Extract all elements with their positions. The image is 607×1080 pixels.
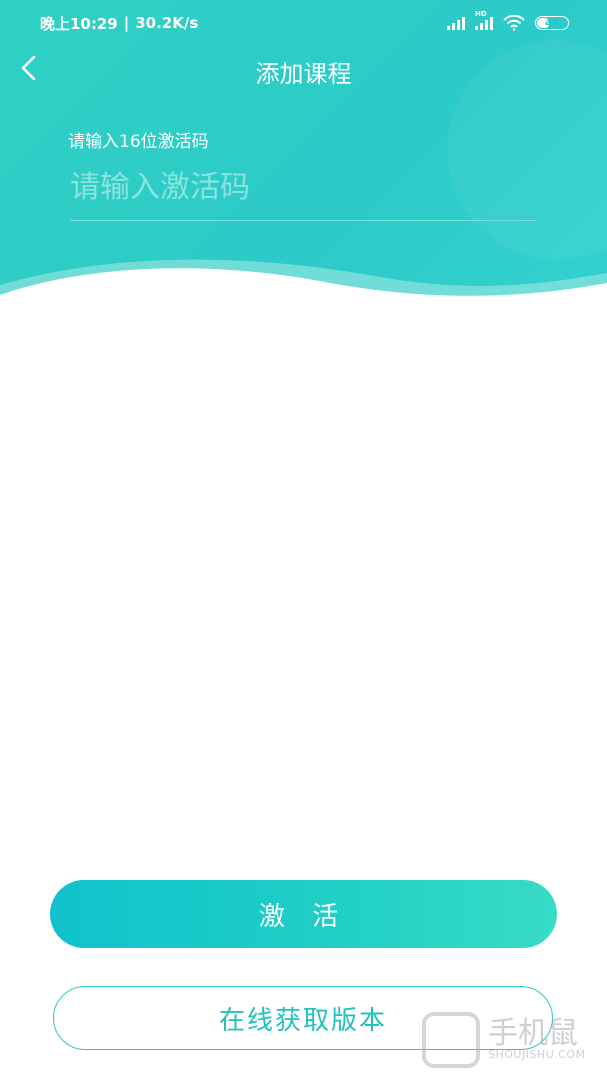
battery-icon: 44 <box>535 16 569 30</box>
hd-label: HD <box>475 10 487 18</box>
status-time: 晚上10:29 <box>40 14 118 33</box>
activate-button[interactable]: 激 活 <box>50 880 557 948</box>
header-wave <box>0 259 607 310</box>
activation-code-input[interactable] <box>70 162 536 212</box>
nav-bar: 添加课程 <box>0 46 607 92</box>
hd-signal-icon: HD <box>475 10 493 30</box>
watermark-logo-icon <box>422 1012 480 1068</box>
page-title: 添加课程 <box>255 60 352 88</box>
status-left: 晚上10:29 | 30.2K/s <box>40 13 198 34</box>
status-separator: | <box>123 14 130 32</box>
battery-level: 44 <box>545 17 559 29</box>
status-network-speed: 30.2K/s <box>135 14 199 32</box>
activation-code-label: 请输入16位激活码 <box>68 132 209 152</box>
status-bar: 晚上10:29 | 30.2K/s HD 44 <box>0 0 607 46</box>
watermark-title: 手机鼠 <box>488 1016 578 1051</box>
watermark: 手机鼠 SHOUJISHU.COM <box>422 1006 592 1072</box>
input-underline <box>70 220 536 221</box>
wifi-icon <box>503 15 525 31</box>
watermark-subtitle: SHOUJISHU.COM <box>488 1048 586 1061</box>
status-right: HD 44 <box>447 10 569 31</box>
signal-icon <box>447 16 465 30</box>
